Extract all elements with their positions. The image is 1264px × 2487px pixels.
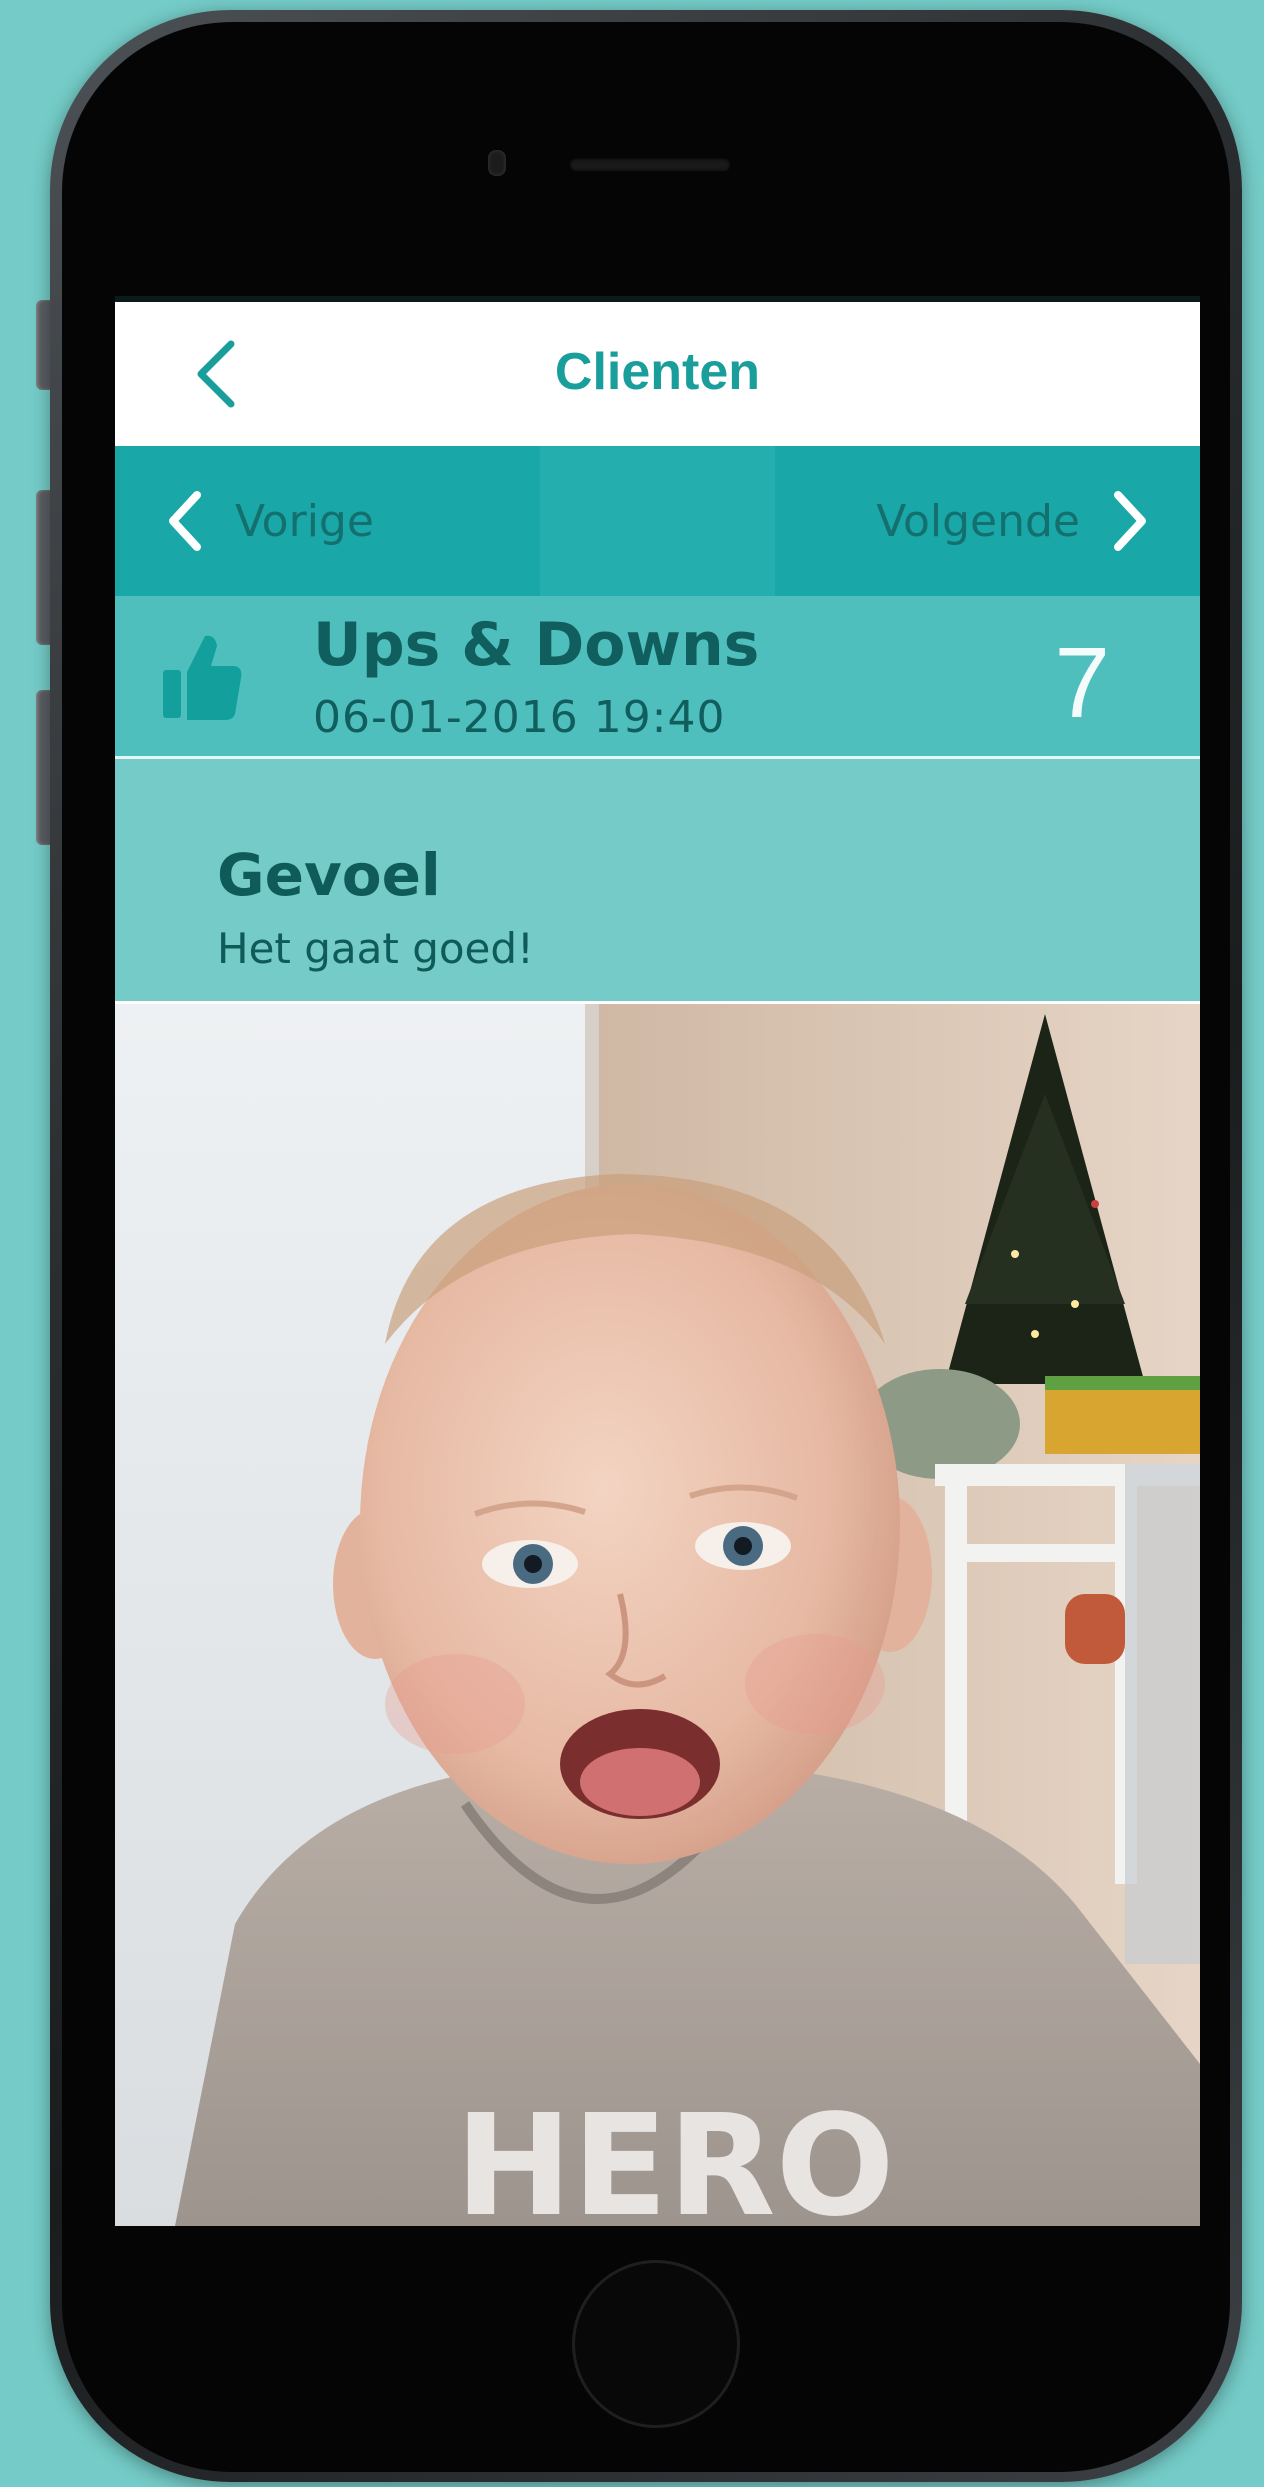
chevron-right-icon bbox=[1114, 491, 1146, 551]
chevron-left-icon bbox=[169, 491, 201, 551]
front-camera bbox=[488, 150, 506, 176]
app-screen: Clienten Vorige Volgende Ups & Downs 06-… bbox=[115, 296, 1200, 2226]
entry-photo[interactable]: HERO bbox=[115, 1004, 1200, 2226]
navigation-bar: Clienten bbox=[115, 302, 1200, 446]
previous-button[interactable]: Vorige bbox=[165, 446, 374, 596]
detail-title: Gevoel bbox=[217, 841, 441, 909]
detail-section: Gevoel Het gaat goed! bbox=[115, 759, 1200, 1001]
photo-illustration: HERO bbox=[115, 1004, 1200, 2226]
next-label: Volgende bbox=[876, 495, 1080, 547]
next-button[interactable]: Volgende bbox=[876, 446, 1150, 596]
entry-title: Ups & Downs bbox=[313, 610, 760, 680]
detail-text: Het gaat goed! bbox=[217, 924, 534, 973]
previous-label: Vorige bbox=[235, 495, 374, 547]
pager-center bbox=[540, 446, 775, 596]
pager-bar: Vorige Volgende bbox=[115, 446, 1200, 596]
entry-header: Ups & Downs 06-01-2016 19:40 7 bbox=[115, 596, 1200, 759]
home-button[interactable] bbox=[572, 2260, 740, 2428]
thumbs-up-icon bbox=[163, 635, 242, 720]
entry-score: 7 bbox=[1054, 627, 1110, 739]
page-title: Clienten bbox=[554, 343, 761, 401]
entry-date: 06-01-2016 19:40 bbox=[313, 692, 726, 743]
earpiece-speaker bbox=[570, 158, 730, 170]
sweater-print: HERO bbox=[455, 2085, 895, 2226]
